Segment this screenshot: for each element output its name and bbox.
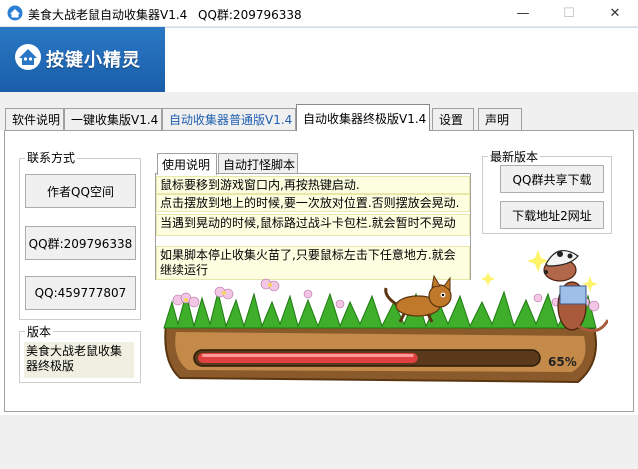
version-group-title: 版本 [25, 323, 54, 340]
brand-name: 按键小精灵 [46, 50, 141, 71]
banner-blank-area [165, 27, 638, 93]
tab-one-click[interactable]: 一键收集版V1.4 [64, 108, 162, 130]
download-link-2-button[interactable]: 下载地址2网址 [500, 201, 604, 229]
instruction-line: 点击摆放到地上的时候,要一次放对位置.否则摆放会晃动. [156, 194, 470, 212]
tab-settings[interactable]: 设置 [432, 108, 474, 130]
window-title: 美食大战老鼠自动收集器V1.4 [28, 8, 188, 22]
author-qq-space-button[interactable]: 作者QQ空间 [25, 174, 136, 208]
inner-tab-auto-fight[interactable]: 自动打怪脚本 [218, 153, 298, 174]
inner-tab-usage[interactable]: 使用说明 [157, 153, 217, 175]
app-icon [7, 5, 23, 21]
qq-group-button[interactable]: QQ群:209796338 [25, 226, 136, 260]
tab-statement[interactable]: 声明 [478, 108, 522, 130]
instruction-line: 鼠标要移到游戏窗口内,再按热键启动. [156, 176, 470, 194]
latest-version-title: 最新版本 [488, 148, 541, 165]
game-progress-art [163, 249, 608, 384]
progress-shine [202, 354, 414, 357]
contact-group-title: 联系方式 [25, 149, 78, 166]
tab-normal-edition[interactable]: 自动收集器普通版V1.4 [162, 108, 296, 130]
minimize-button[interactable]: — [500, 0, 546, 26]
tab-ultimate-edition[interactable]: 自动收集器终极版V1.4 [296, 104, 430, 131]
close-button[interactable]: ✕ [592, 0, 638, 26]
author-qq-button[interactable]: QQ:459777807 [25, 276, 136, 310]
title-qq-group: QQ群:209796338 [198, 8, 302, 22]
qq-share-download-button[interactable]: QQ群共享下载 [500, 165, 604, 193]
window-footer [0, 415, 638, 469]
progress-percent-label: 65% [548, 355, 577, 369]
version-text: 美食大战老鼠收集器终极版 [24, 342, 134, 378]
house-logo-icon [15, 44, 41, 70]
tab-software-info[interactable]: 软件说明 [5, 108, 64, 130]
maximize-button[interactable]: ☐ [546, 0, 592, 26]
